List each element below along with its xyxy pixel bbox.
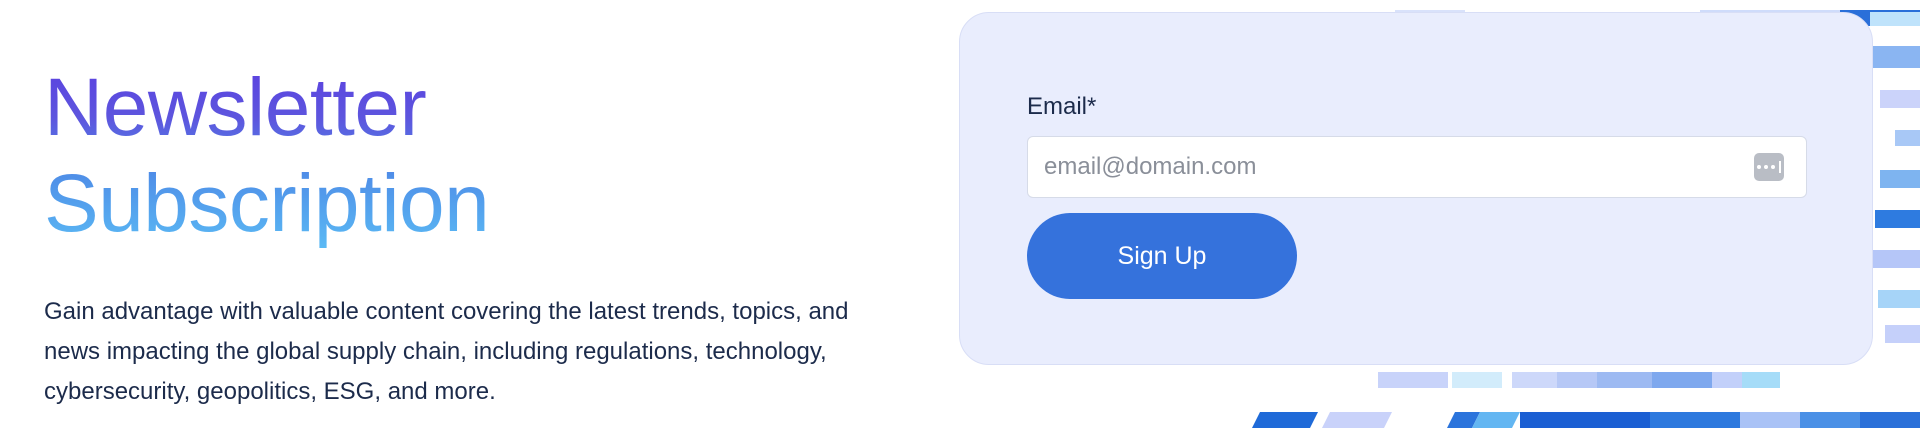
title-line-newsletter: Newsletter bbox=[44, 62, 427, 153]
bottom-stripes bbox=[1252, 372, 1920, 428]
page-title: Newsletter Subscription bbox=[44, 60, 904, 252]
password-manager-icon[interactable] bbox=[1754, 153, 1784, 181]
hero-section: Newsletter Subscription Gain advantage w… bbox=[44, 60, 904, 412]
sign-up-button[interactable]: Sign Up bbox=[1027, 213, 1297, 299]
email-field-wrapper bbox=[1027, 136, 1807, 198]
subscription-form-card: Email* Sign Up bbox=[959, 12, 1873, 365]
hero-description: Gain advantage with valuable content cov… bbox=[44, 298, 849, 405]
title-line-subscription: Subscription bbox=[44, 158, 490, 249]
email-label: Email* bbox=[1027, 93, 1097, 120]
email-input[interactable] bbox=[1028, 137, 1728, 197]
